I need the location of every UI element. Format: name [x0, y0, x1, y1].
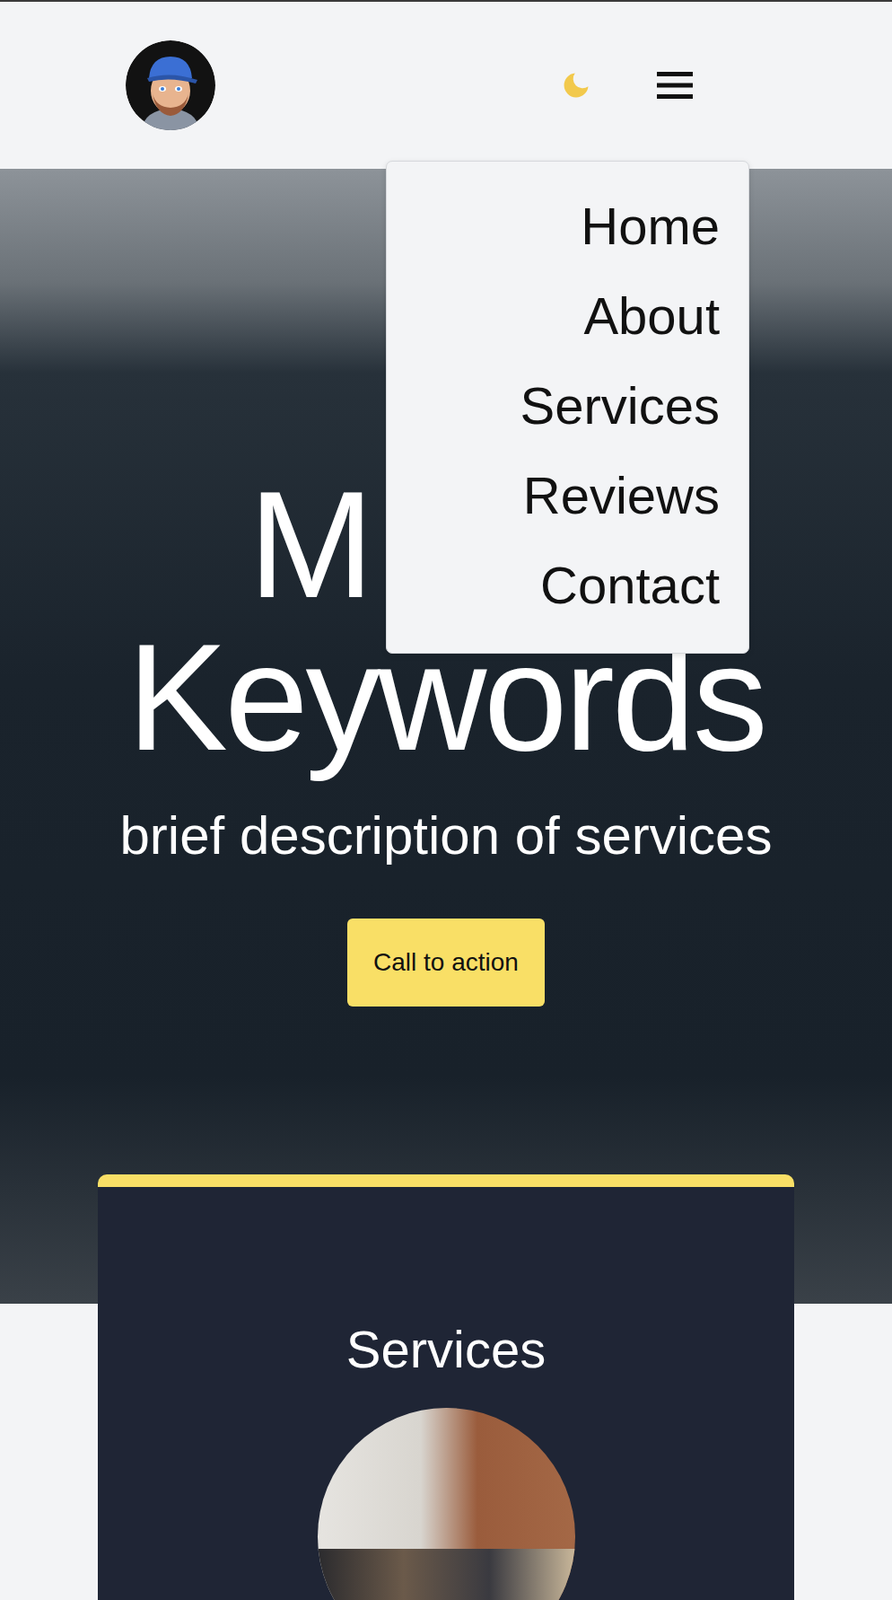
- nav-menu: HomeAboutServicesReviewsContact: [385, 160, 750, 654]
- nav-item[interactable]: Contact: [404, 540, 720, 630]
- site-header: HomeAboutServicesReviewsContact: [0, 0, 892, 169]
- nav-item[interactable]: Home: [404, 181, 720, 272]
- avatar-icon[interactable]: [125, 40, 216, 131]
- services-photo: [317, 1407, 576, 1600]
- menu-toggle[interactable]: [656, 69, 693, 101]
- header-tools: [559, 69, 693, 102]
- nav-item[interactable]: Reviews: [404, 450, 720, 541]
- hero-subtitle: brief description of services: [10, 803, 882, 868]
- services-card: Services: [97, 1173, 795, 1600]
- photo-shade: [317, 1547, 576, 1600]
- cta-button[interactable]: Call to action: [347, 918, 545, 1006]
- theme-toggle[interactable]: [559, 69, 593, 102]
- services-title: Services: [115, 1317, 777, 1381]
- hamburger-icon: [656, 69, 693, 101]
- nav-item[interactable]: About: [404, 271, 720, 361]
- nav-item[interactable]: Services: [404, 360, 720, 451]
- moon-icon: [559, 69, 593, 102]
